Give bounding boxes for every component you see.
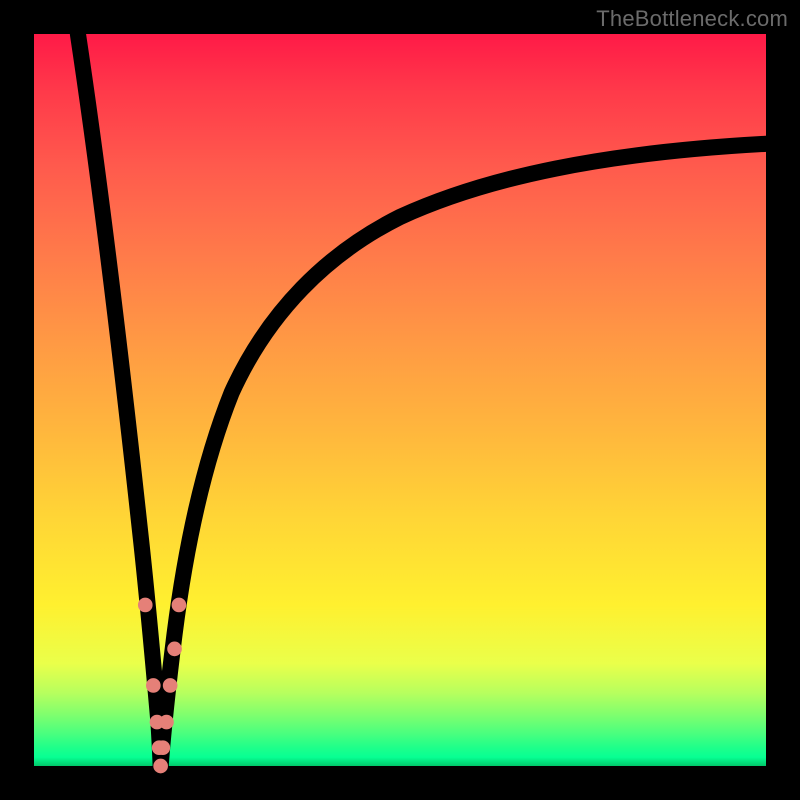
marker-layer [34,34,766,766]
marker-dot [156,740,171,755]
marker-dot [159,715,174,730]
watermark-text: TheBottleneck.com [596,6,788,32]
marker-dot [163,678,178,693]
marker-dot [138,598,153,613]
marker-dot [146,678,161,693]
marker-dot [153,759,168,774]
marker-dot [167,642,182,657]
marker-dot [172,598,187,613]
chart-frame: TheBottleneck.com [0,0,800,800]
plot-area [34,34,766,766]
